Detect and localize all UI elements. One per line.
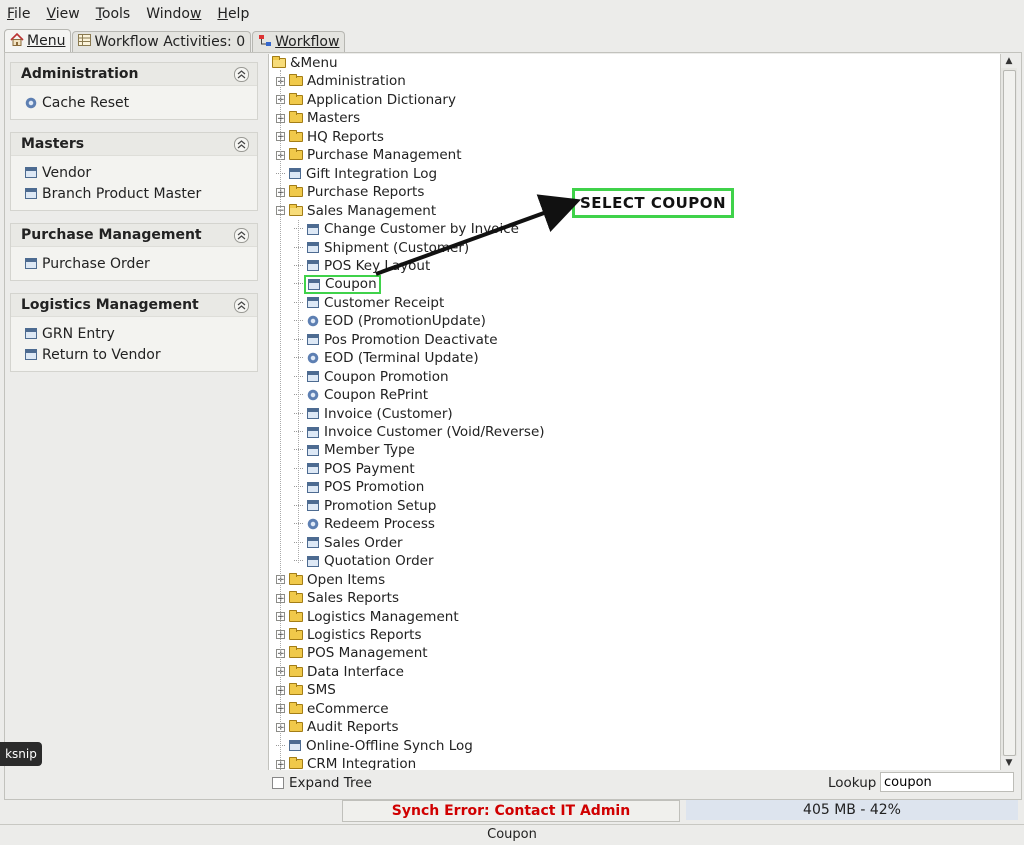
lookup-label: Lookup (828, 775, 877, 791)
scroll-down-button[interactable]: ▼ (1001, 756, 1017, 770)
lookup-input[interactable] (880, 772, 1014, 792)
tree-bottom-bar: Expand Tree Lookup (268, 771, 1018, 795)
expand-tree-checkbox[interactable] (272, 777, 284, 789)
status-bar: Synch Error: Contact IT Admin 405 MB - 4… (0, 798, 1024, 824)
expand-tree-label: Expand Tree (289, 775, 372, 791)
callout-arrow (375, 194, 582, 276)
ksnip-overlay: ksnip (0, 742, 42, 766)
footer-status: Coupon (0, 824, 1024, 845)
synch-error-button[interactable]: Synch Error: Contact IT Admin (342, 800, 680, 822)
tree-scrollbar[interactable]: ▲ ▼ (1000, 54, 1017, 770)
scroll-thumb[interactable] (1003, 70, 1016, 756)
memory-indicator[interactable]: 405 MB - 42% (686, 800, 1018, 820)
scroll-up-button[interactable]: ▲ (1001, 54, 1017, 68)
